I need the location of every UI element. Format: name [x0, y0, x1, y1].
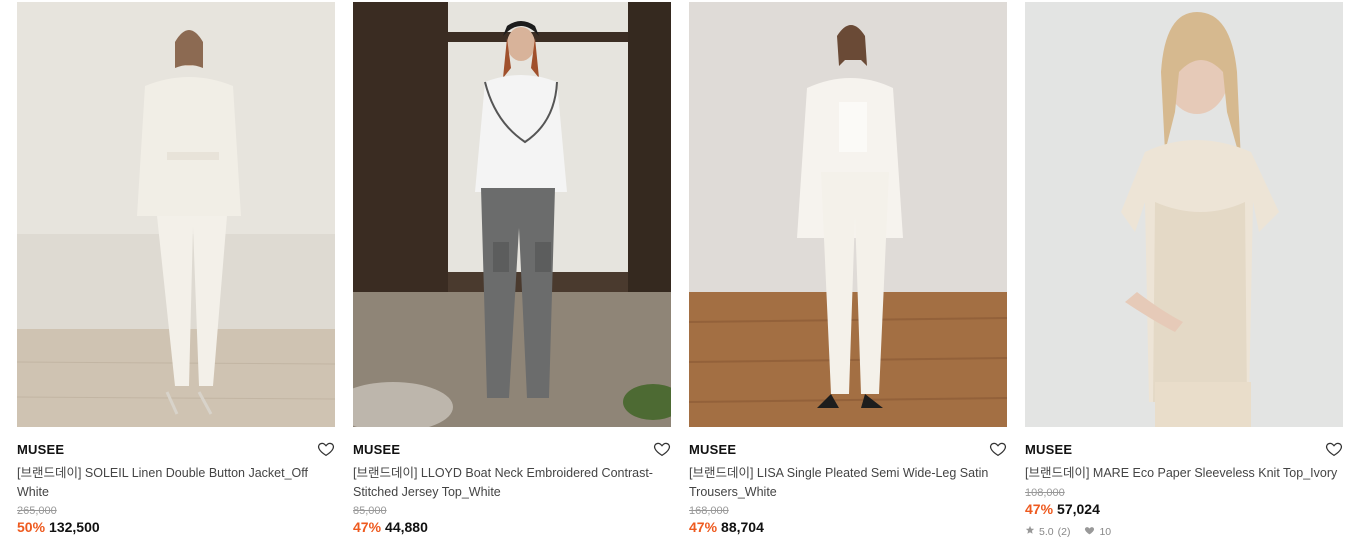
product-title[interactable]: [브랜드데이] LISA Single Pleated Semi Wide-Le… [689, 464, 1007, 501]
heart-outline-icon[interactable] [989, 440, 1007, 458]
heart-outline-icon[interactable] [1325, 440, 1343, 458]
price-row: 47% 88,704 [689, 519, 1007, 535]
price-row: 50% 132,500 [17, 519, 335, 535]
product-card[interactable]: MUSEE [브랜드데이] MARE Eco Paper Sleeveless … [1025, 2, 1343, 539]
heart-outline-icon[interactable] [653, 440, 671, 458]
sale-price: 132,500 [49, 519, 100, 535]
product-title[interactable]: [브랜드데이] LLOYD Boat Neck Embroidered Cont… [353, 464, 671, 501]
product-stats: 5.0 (2) 10 [1025, 525, 1343, 539]
brand-name[interactable]: MUSEE [689, 442, 736, 457]
product-image[interactable] [1025, 2, 1343, 427]
brand-name[interactable]: MUSEE [353, 442, 400, 457]
price-row: 47% 44,880 [353, 519, 671, 535]
like-count: 10 [1099, 525, 1112, 538]
discount-rate: 50% [17, 519, 46, 535]
original-price: 108,000 [1025, 486, 1065, 499]
discount-rate: 47% [353, 519, 382, 535]
rating-value: 5.0 [1039, 525, 1054, 538]
original-price: 265,000 [17, 505, 57, 517]
original-price: 168,000 [689, 505, 729, 517]
product-title[interactable]: [브랜드데이] MARE Eco Paper Sleeveless Knit T… [1025, 464, 1343, 483]
product-title[interactable]: [브랜드데이] SOLEIL Linen Double Button Jacke… [17, 464, 335, 501]
sale-price: 88,704 [721, 519, 764, 535]
product-image[interactable] [689, 2, 1007, 427]
product-image[interactable] [17, 2, 335, 427]
sale-price: 44,880 [385, 519, 428, 535]
product-grid: MUSEE [브랜드데이] SOLEIL Linen Double Button… [0, 0, 1347, 550]
heart-filled-icon [1084, 525, 1095, 539]
sale-price: 57,024 [1057, 500, 1100, 517]
price-row: 47% 57,024 [1025, 501, 1343, 517]
brand-name[interactable]: MUSEE [17, 442, 64, 457]
product-card[interactable]: MUSEE [브랜드데이] LLOYD Boat Neck Embroidere… [353, 2, 671, 535]
review-count: (2) [1057, 525, 1071, 538]
star-icon [1025, 525, 1035, 538]
product-card[interactable]: MUSEE [브랜드데이] SOLEIL Linen Double Button… [17, 2, 335, 535]
product-image[interactable] [353, 2, 671, 427]
original-price: 85,000 [353, 505, 387, 517]
heart-outline-icon[interactable] [317, 440, 335, 458]
product-card[interactable]: MUSEE [브랜드데이] LISA Single Pleated Semi W… [689, 2, 1007, 535]
brand-name[interactable]: MUSEE [1025, 442, 1072, 457]
discount-rate: 47% [1025, 500, 1054, 517]
discount-rate: 47% [689, 519, 718, 535]
